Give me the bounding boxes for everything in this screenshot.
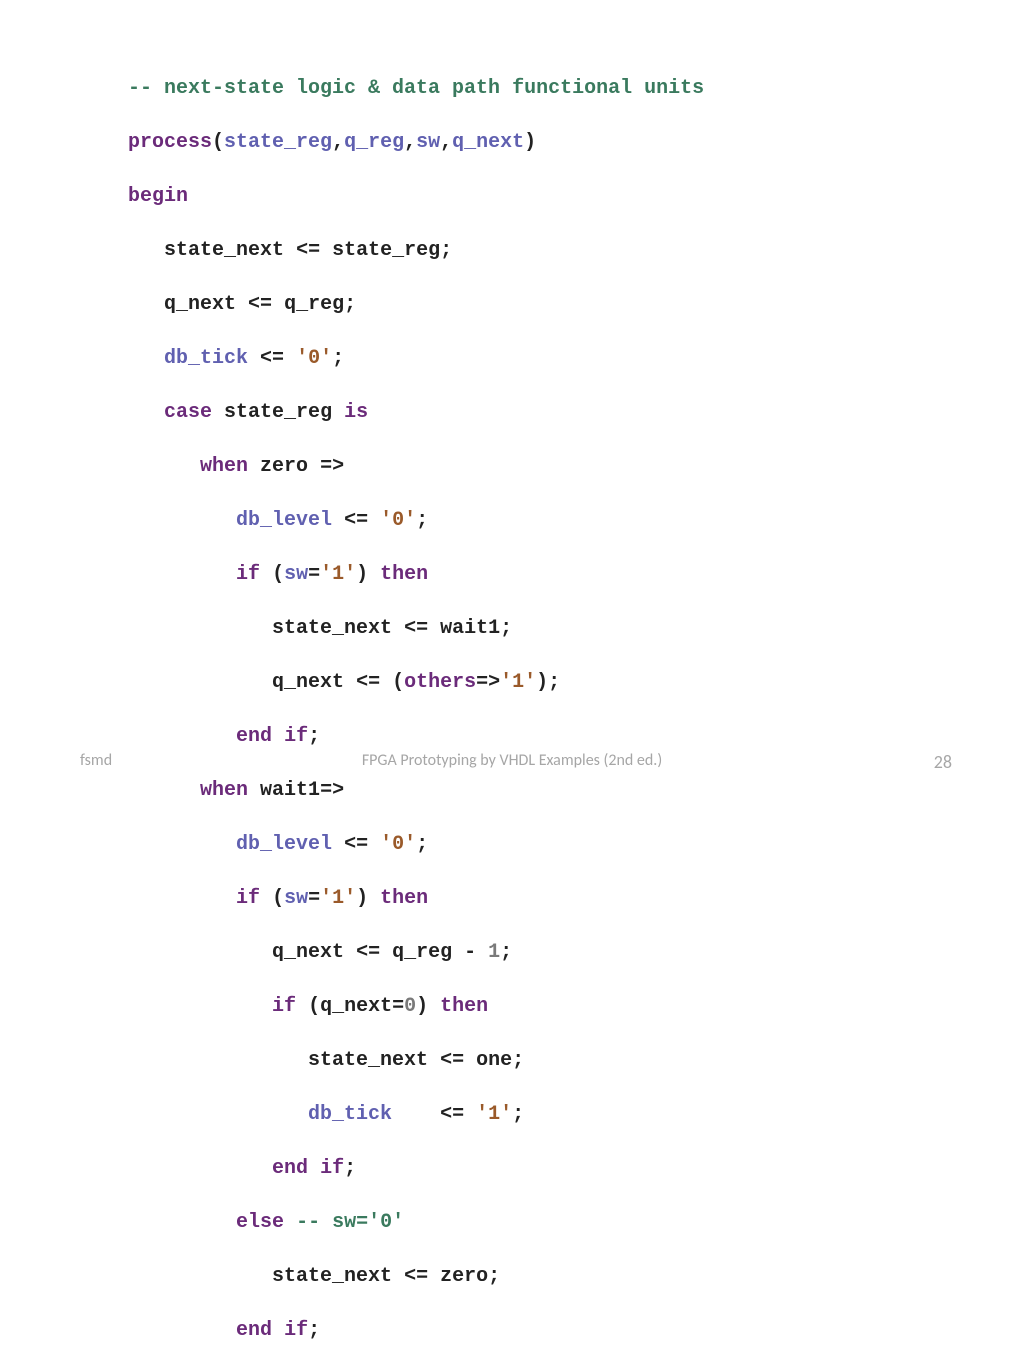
code-line: process(state_reg,q_reg,sw,q_next): [128, 129, 704, 156]
code-line: db_tick <= '0';: [128, 345, 704, 372]
code-line: begin: [128, 183, 704, 210]
code-line: state_next <= state_reg;: [128, 237, 704, 264]
code-line: db_level <= '0';: [128, 831, 704, 858]
code-line: if (q_next=0) then: [128, 993, 704, 1020]
code-line: end if;: [128, 1155, 704, 1182]
code-line: when wait1=>: [128, 777, 704, 804]
code-line: state_next <= one;: [128, 1047, 704, 1074]
code-line: if (sw='1') then: [128, 885, 704, 912]
code-line: else -- sw='0': [128, 1209, 704, 1236]
code-line: state_next <= zero;: [128, 1263, 704, 1290]
code-line: case state_reg is: [128, 399, 704, 426]
code-line: when zero =>: [128, 453, 704, 480]
vhdl-code-block: -- next-state logic & data path function…: [128, 48, 704, 1371]
code-line: end if;: [128, 1317, 704, 1344]
code-comment: -- next-state logic & data path function…: [128, 77, 704, 100]
code-line: if (sw='1') then: [128, 561, 704, 588]
code-line: state_next <= wait1;: [128, 615, 704, 642]
code-line: end if;: [128, 723, 704, 750]
code-line: q_next <= q_reg - 1;: [128, 939, 704, 966]
code-line: q_next <= (others=>'1');: [128, 669, 704, 696]
code-line: -- next-state logic & data path function…: [128, 75, 704, 102]
code-line: db_level <= '0';: [128, 507, 704, 534]
code-line: q_next <= q_reg;: [128, 291, 704, 318]
slide-number: 28: [934, 750, 952, 774]
code-line: db_tick <= '1';: [128, 1101, 704, 1128]
footer-center-label: FPGA Prototyping by VHDL Examples (2nd e…: [0, 750, 1024, 772]
